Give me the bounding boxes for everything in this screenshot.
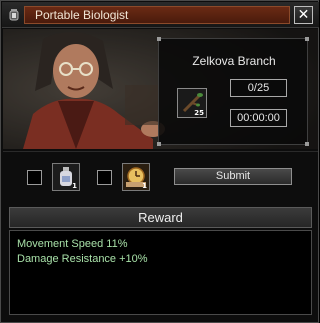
slot-2-item[interactable]: 1: [122, 163, 150, 191]
reward-line: Movement Speed 11%: [17, 238, 128, 250]
slot-1-checkbox[interactable]: [27, 170, 42, 185]
reward-header: Reward: [9, 207, 312, 228]
title-bar[interactable]: Portable Biologist ✕: [2, 2, 319, 28]
window-title: Portable Biologist: [35, 8, 129, 22]
title-label-bar: Portable Biologist: [24, 6, 290, 24]
item-name: Zelkova Branch: [192, 54, 276, 68]
item-info-panel: Zelkova Branch 25 0/25 00:00:00: [157, 37, 309, 146]
panel-corner: [305, 37, 309, 41]
slot-2-checkbox[interactable]: [97, 170, 112, 185]
slot-2-count: 1: [142, 182, 147, 190]
item-slot[interactable]: 25: [177, 88, 207, 118]
slot-1-item[interactable]: 1: [52, 163, 80, 191]
timer-box: 00:00:00: [230, 109, 287, 127]
lantern-icon: [9, 9, 19, 21]
panel-corner: [157, 37, 161, 41]
divider: [3, 151, 318, 152]
close-button[interactable]: ✕: [294, 6, 313, 24]
reward-line: Damage Resistance +10%: [17, 253, 148, 265]
reward-box: Movement Speed 11% Damage Resistance +10…: [9, 230, 312, 315]
portable-biologist-window: Portable Biologist ✕ Zelkova Branch 25 0…: [0, 0, 319, 323]
submit-button[interactable]: Submit: [174, 168, 292, 185]
slot-1-count: 1: [72, 182, 77, 190]
panel-corner: [305, 142, 309, 146]
panel-corner: [157, 142, 161, 146]
item-stack-count: 25: [194, 109, 204, 117]
progress-box: 0/25: [230, 79, 287, 97]
